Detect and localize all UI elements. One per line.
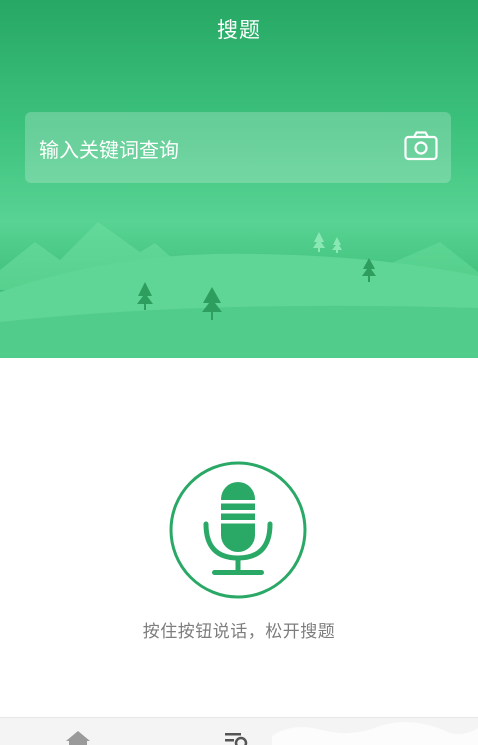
microphone-button[interactable] (168, 460, 308, 600)
bottom-nav (0, 717, 478, 745)
list-search-icon[interactable] (222, 728, 250, 745)
landscape-illustration (0, 222, 478, 358)
search-input[interactable]: 输入关键词查询 (25, 112, 451, 183)
page-title: 搜题 (217, 18, 261, 42)
map-decoration (272, 722, 478, 745)
camera-icon[interactable] (404, 131, 438, 161)
search-hero: 搜题 输入关键词查询 (0, 0, 478, 358)
home-icon[interactable] (64, 728, 92, 745)
voice-hint-text: 按住按钮说话，松开搜题 (142, 622, 336, 642)
search-placeholder: 输入关键词查询 (39, 138, 179, 162)
